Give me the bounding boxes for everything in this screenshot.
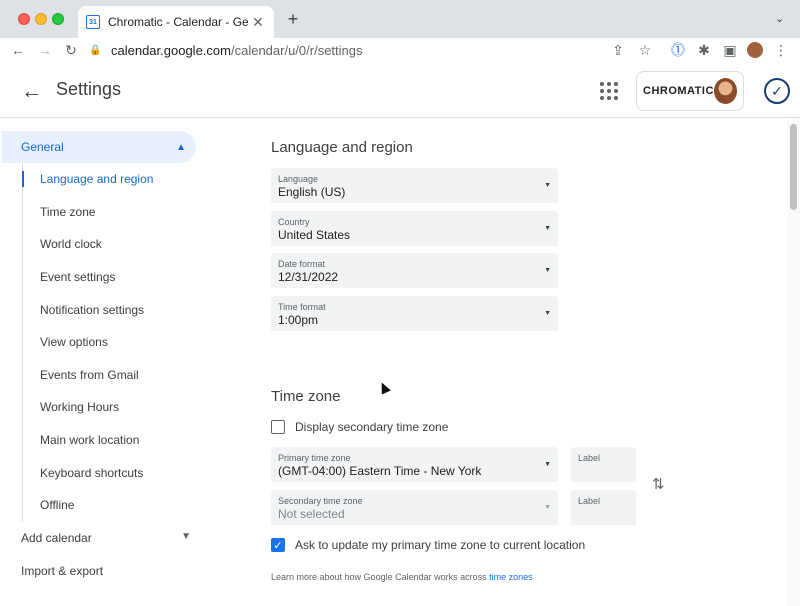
tasks-check-icon[interactable]: ✓	[764, 78, 790, 104]
google-apps-icon[interactable]	[600, 82, 618, 100]
general-subnav: Language and region Time zone World cloc…	[22, 163, 202, 522]
profile-avatar-icon[interactable]	[746, 40, 764, 60]
field-value: 1:00pm	[278, 313, 319, 327]
dropdown-caret-icon: ▼	[544, 225, 551, 232]
maximize-window-button[interactable]	[52, 13, 64, 25]
sidebar-item-time-zone[interactable]: Time zone	[23, 196, 202, 229]
minimize-window-button[interactable]	[35, 13, 47, 25]
primary-time-zone-label-input[interactable]: Label	[571, 447, 636, 482]
extensions-icon[interactable]: ✱	[695, 40, 713, 60]
browser-tab[interactable]: 31 Chromatic - Calendar - Genera ✕	[78, 6, 274, 38]
ask-update-time-zone-checkbox-row[interactable]: ✓ Ask to update my primary time zone to …	[271, 538, 585, 552]
sidebar-item-view-options[interactable]: View options	[23, 326, 202, 359]
sidebar-item-events-from-gmail[interactable]: Events from Gmail	[23, 359, 202, 392]
ask-update-time-zone-checkbox[interactable]: ✓	[271, 538, 285, 552]
field-label: Secondary time zone	[278, 496, 363, 506]
country-select[interactable]: Country United States ▼	[271, 211, 558, 246]
sidebar-item-world-clock[interactable]: World clock	[23, 228, 202, 261]
account-card[interactable]: CHROMATIC	[636, 71, 744, 111]
app-header: ← Settings CHROMATIC ✓	[0, 64, 800, 118]
browser-toolbar: ← → ↻ 🔒 calendar.google.com/calendar/u/0…	[0, 38, 800, 62]
sidebar-item-event-settings[interactable]: Event settings	[23, 261, 202, 294]
sidebar-group-label: General	[21, 140, 64, 154]
password-manager-icon[interactable]: ⓵	[669, 40, 687, 60]
close-window-button[interactable]	[18, 13, 30, 25]
page-scrollbar[interactable]	[787, 118, 800, 606]
field-value: United States	[278, 228, 351, 242]
section-title-time-zone: Time zone	[271, 388, 341, 405]
sidebar-group-general[interactable]: General ▲	[2, 131, 196, 163]
scrollbar-thumb[interactable]	[790, 124, 797, 210]
field-label: Country	[278, 217, 310, 227]
field-value: Not selected	[278, 507, 345, 521]
sidebar-item-language-and-region[interactable]: Language and region	[22, 163, 202, 196]
checkbox-label: Display secondary time zone	[295, 420, 449, 434]
back-arrow-icon[interactable]: ←	[20, 78, 44, 104]
field-value: (GMT-04:00) Eastern Time - New York	[278, 464, 482, 478]
time-zone-help-text: Learn more about how Google Calendar wor…	[271, 572, 533, 582]
reload-icon[interactable]: ↻	[62, 40, 80, 60]
time-format-select[interactable]: Time format 1:00pm ▼	[271, 296, 558, 331]
primary-time-zone-select[interactable]: Primary time zone (GMT-04:00) Eastern Ti…	[271, 447, 558, 482]
settings-content: Language and region Language English (US…	[210, 118, 785, 606]
sidebar-item-import-export[interactable]: Import & export	[21, 564, 191, 578]
time-zones-link[interactable]: time zones	[489, 572, 533, 582]
account-brand: CHROMATIC	[643, 85, 714, 97]
side-panel-icon[interactable]: ▣	[721, 40, 739, 60]
share-icon[interactable]: ⇪	[609, 40, 627, 60]
field-value: English (US)	[278, 185, 346, 199]
section-title-language-region: Language and region	[271, 139, 413, 156]
swap-time-zones-icon[interactable]: ⇅	[652, 475, 665, 493]
chevron-down-icon: ▼	[181, 531, 191, 542]
close-tab-icon[interactable]: ✕	[250, 14, 266, 31]
settings-sidebar: General ▲ Language and region Time zone …	[0, 118, 210, 606]
sidebar-item-working-hours[interactable]: Working Hours	[23, 391, 202, 424]
language-select[interactable]: Language English (US) ▼	[271, 168, 558, 203]
secondary-time-zone-label-input[interactable]: Label	[571, 490, 636, 525]
back-icon[interactable]: ←	[9, 40, 27, 60]
sidebar-item-main-work-location[interactable]: Main work location	[23, 424, 202, 457]
date-format-select[interactable]: Date format 12/31/2022 ▼	[271, 253, 558, 288]
dropdown-caret-icon: ▼	[544, 310, 551, 317]
dropdown-caret-icon: ▼	[544, 461, 551, 468]
secondary-time-zone-checkbox[interactable]	[271, 420, 285, 434]
browser-tab-bar: 31 Chromatic - Calendar - Genera ✕ + ⌄	[0, 0, 800, 38]
url-path: /calendar/u/0/r/settings	[230, 42, 363, 58]
dropdown-caret-icon: ▼	[544, 504, 551, 511]
dropdown-caret-icon: ▼	[544, 267, 551, 274]
secondary-time-zone-checkbox-row[interactable]: Display secondary time zone	[271, 420, 448, 434]
help-text-prefix: Learn more about how Google Calendar wor…	[271, 572, 487, 582]
secondary-time-zone-select[interactable]: Secondary time zone Not selected ▼	[271, 490, 558, 525]
forward-icon[interactable]: →	[36, 40, 54, 60]
chevron-up-icon: ▲	[176, 141, 186, 153]
sidebar-item-offline[interactable]: Offline	[23, 489, 202, 522]
avatar	[713, 78, 737, 104]
page-title: Settings	[56, 79, 122, 99]
sidebar-item-label: Import & export	[21, 564, 104, 578]
field-label: Time format	[278, 302, 326, 312]
tab-search-chevron-icon[interactable]: ⌄	[775, 12, 784, 25]
tab-title: Chromatic - Calendar - Genera	[108, 15, 248, 29]
sidebar-item-add-calendar[interactable]: Add calendar ▼	[21, 531, 191, 545]
field-label: Primary time zone	[278, 453, 351, 463]
address-bar[interactable]: 🔒 calendar.google.com/calendar/u/0/r/set…	[89, 39, 663, 61]
field-label: Date format	[278, 259, 326, 269]
new-tab-icon[interactable]: +	[283, 9, 303, 30]
sidebar-item-notification-settings[interactable]: Notification settings	[23, 293, 202, 326]
url-host: calendar.google.com	[111, 42, 231, 58]
lock-icon: 🔒	[89, 44, 102, 56]
browser-menu-icon[interactable]: ⋮	[772, 40, 790, 60]
mouse-cursor-icon	[377, 380, 391, 395]
field-label: Language	[278, 174, 319, 184]
sidebar-item-label: Add calendar	[21, 531, 92, 545]
checkbox-label: Ask to update my primary time zone to cu…	[295, 538, 586, 552]
bookmark-star-icon[interactable]: ☆	[636, 40, 654, 60]
calendar-favicon-icon: 31	[86, 15, 100, 29]
field-value: 12/31/2022	[278, 270, 339, 284]
sidebar-item-keyboard-shortcuts[interactable]: Keyboard shortcuts	[23, 456, 202, 489]
dropdown-caret-icon: ▼	[544, 182, 551, 189]
